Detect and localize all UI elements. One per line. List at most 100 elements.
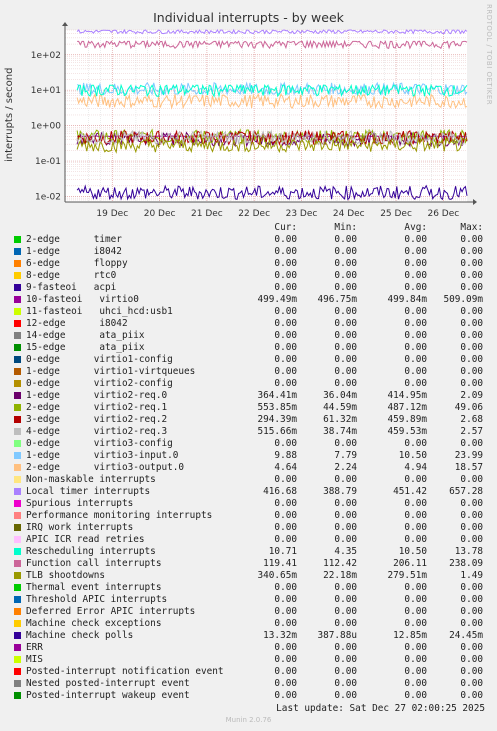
legend-min: 0.00 <box>334 378 357 389</box>
legend-label: 9-fasteoi acpi <box>26 282 117 293</box>
legend-label: Posted-interrupt wakeup event <box>26 690 190 701</box>
legend-label: 4-edge virtio2-req.3 <box>26 426 168 437</box>
legend-max: 0.00 <box>460 378 483 389</box>
legend-max: 0.00 <box>460 474 483 485</box>
legend-max: 0.00 <box>460 270 483 281</box>
legend-swatch <box>14 404 21 411</box>
legend-max: 0.00 <box>460 678 483 689</box>
legend-max: 24.45m <box>449 630 483 641</box>
y-axis-arrow <box>62 22 68 26</box>
x-tick-label: 19 Dec <box>96 209 128 219</box>
legend-row: Posted-interrupt notification event 0.00 0… <box>0 666 497 678</box>
legend-swatch <box>14 476 21 483</box>
legend-max: 0.00 <box>460 606 483 617</box>
legend-row: Threshold APIC interrupts 0.00 0.00 0.00 0.0… <box>0 594 497 606</box>
legend-min: 0.00 <box>334 246 357 257</box>
legend-max: 0.00 <box>460 330 483 341</box>
legend-swatch <box>14 260 21 267</box>
legend-label: Rescheduling interrupts <box>26 546 156 557</box>
legend-row: TLB shootdowns 340.65m 22.18m 279.51m 1.49 <box>0 570 497 582</box>
legend-swatch <box>14 452 21 459</box>
legend-row: Thermal event interrupts 0.00 0.00 0.00 0.00 <box>0 582 497 594</box>
legend-row: 0-edge virtio1-config 0.00 0.00 0.00 0.00 <box>0 354 497 366</box>
legend-swatch <box>14 596 21 603</box>
legend-label: Thermal event interrupts <box>26 582 162 593</box>
legend-row: Nested posted-interrupt event 0.00 0.00 0.0… <box>0 678 497 690</box>
legend-max: 0.00 <box>460 342 483 353</box>
legend-row: 12-edge i8042 0.00 0.00 0.00 0.00 <box>0 318 497 330</box>
legend-swatch <box>14 356 21 363</box>
legend-label: 1-edge virtio2-req.0 <box>26 390 168 401</box>
legend-min: 0.00 <box>334 594 357 605</box>
legend-row: Function call interrupts 119.41 112.42 206.… <box>0 558 497 570</box>
legend-label: Machine check exceptions <box>26 618 162 629</box>
legend-row: Local timer interrupts 416.68 388.79 451.42… <box>0 486 497 498</box>
legend-min: 2.24 <box>334 462 357 473</box>
legend-min: 112.42 <box>323 558 357 569</box>
legend-max: 49.06 <box>454 402 483 413</box>
header-min: Min: <box>334 222 357 233</box>
legend-min: 0.00 <box>334 498 357 509</box>
legend-label: Nested posted-interrupt event <box>26 678 190 689</box>
legend-min: 0.00 <box>334 438 357 449</box>
legend-max: 2.68 <box>460 414 483 425</box>
legend-swatch <box>14 368 21 375</box>
legend-swatch <box>14 680 21 687</box>
legend-swatch <box>14 620 21 627</box>
legend-min: 0.00 <box>334 510 357 521</box>
legend-swatch <box>14 656 21 663</box>
legend-row: MIS 0.00 0.00 0.00 0.00 <box>0 654 497 666</box>
legend-label: IRQ work interrupts <box>26 522 134 533</box>
legend-row: 9-fasteoi acpi 0.00 0.00 0.00 0.00 <box>0 282 497 294</box>
x-tick-label: 20 Dec <box>144 209 176 219</box>
legend-max: 509.09m <box>443 294 483 305</box>
legend-swatch <box>14 608 21 615</box>
legend-max: 0.00 <box>460 354 483 365</box>
legend-row: 4-edge virtio2-req.3 515.66m 38.74m 459.53m… <box>0 426 497 438</box>
legend-min: 0.00 <box>334 678 357 689</box>
legend-label: 6-edge floppy <box>26 258 128 269</box>
legend-min: 38.74m <box>323 426 357 437</box>
legend-row: 2-edge virtio2-req.1 553.85m 44.59m 487.12m… <box>0 402 497 414</box>
legend-swatch <box>14 548 21 555</box>
legend-row: Machine check polls 13.32m 387.88u 12.85m 24… <box>0 630 497 642</box>
legend-max: 0.00 <box>460 366 483 377</box>
legend-max: 1.49 <box>460 570 483 581</box>
y-tick-label: 1e+00 <box>31 122 62 132</box>
legend-swatch <box>14 344 21 351</box>
legend-min: 0.00 <box>334 618 357 629</box>
x-tick-label: 22 Dec <box>238 209 270 219</box>
legend-swatch <box>14 392 21 399</box>
legend-min: 36.04m <box>323 390 357 401</box>
legend-min: 0.00 <box>334 666 357 677</box>
legend-swatch <box>14 644 21 651</box>
x-tick-label: 25 Dec <box>380 209 412 219</box>
legend-row: 14-edge ata_piix 0.00 0.00 0.00 0.00 <box>0 330 497 342</box>
legend-swatch <box>14 464 21 471</box>
legend-min: 0.00 <box>334 474 357 485</box>
legend-row: IRQ work interrupts 0.00 0.00 0.00 0.00 <box>0 522 497 534</box>
legend-swatch <box>14 524 21 531</box>
legend-label: 1-edge virtio3-input.0 <box>26 450 179 461</box>
legend-row: 1-edge virtio3-input.0 9.88 7.79 10.50 23.99 <box>0 450 497 462</box>
legend-label: 1-edge i8042 <box>26 246 122 257</box>
legend-swatch <box>14 560 21 567</box>
legend-label: MIS <box>26 654 43 665</box>
legend-row: Deferred Error APIC interrupts 0.00 0.00 0.… <box>0 606 497 618</box>
legend-max: 0.00 <box>460 618 483 629</box>
legend-header: Cur: Min: Avg: Max: <box>0 222 497 234</box>
legend-label: 8-edge rtc0 <box>26 270 117 281</box>
legend-swatch <box>14 488 21 495</box>
legend-row: 2-edge virtio3-output.0 4.64 2.24 4.94 18.57 <box>0 462 497 474</box>
legend-row: 0-edge virtio2-config 0.00 0.00 0.00 0.00 <box>0 378 497 390</box>
legend-row: Performance monitoring interrupts 0.00 0.0… <box>0 510 497 522</box>
legend-max: 0.00 <box>460 582 483 593</box>
legend-min: 0.00 <box>334 642 357 653</box>
legend-label: TLB shootdowns <box>26 570 106 581</box>
legend-max: 0.00 <box>460 690 483 701</box>
legend-max: 0.00 <box>460 282 483 293</box>
legend-min: 22.18m <box>323 570 357 581</box>
legend-swatch <box>14 668 21 675</box>
legend-max: 0.00 <box>460 642 483 653</box>
legend-min: 0.00 <box>334 606 357 617</box>
